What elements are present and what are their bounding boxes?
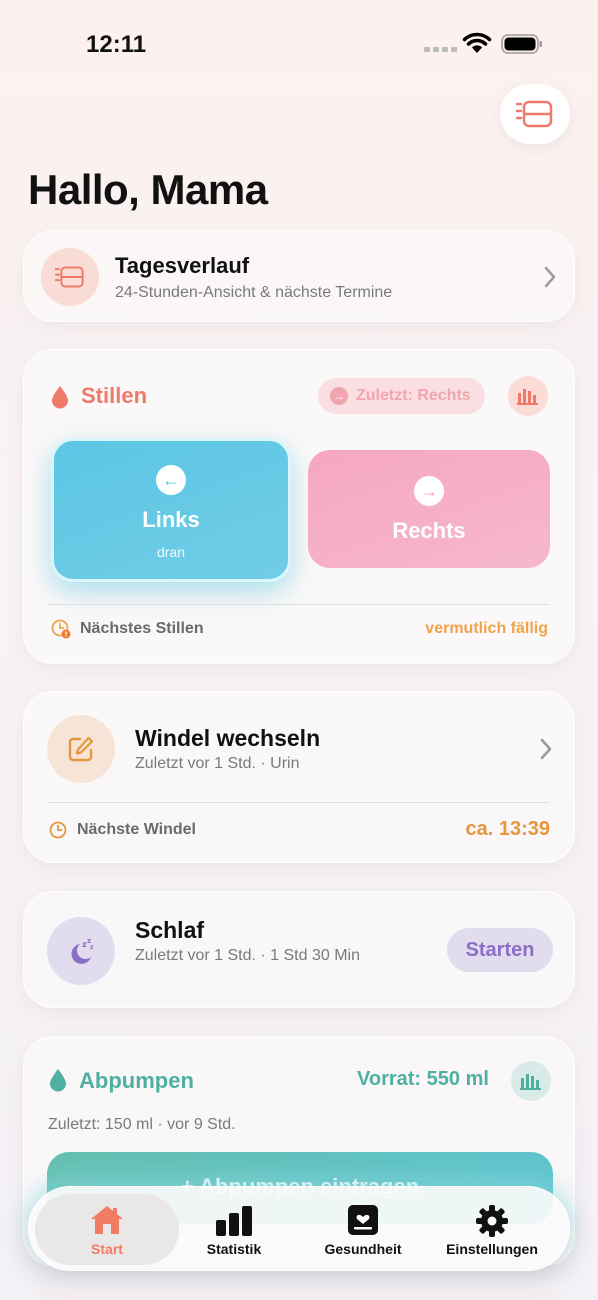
tab-einstellungen[interactable]: Einstellungen xyxy=(429,1194,555,1265)
right-side-label: Rechts xyxy=(392,518,466,543)
chevron-right-icon xyxy=(544,266,556,288)
schlaf-title: Schlaf xyxy=(135,917,205,943)
last-side-badge: → Zuletzt: Rechts xyxy=(318,378,485,414)
bar-chart-icon xyxy=(216,1206,252,1236)
timeline-button[interactable] xyxy=(500,84,570,144)
tab-label: Start xyxy=(91,1241,123,1257)
milk-stock-value: Vorrat: 550 ml xyxy=(357,1068,489,1090)
next-feeding-label: Nächstes Stillen xyxy=(80,620,204,637)
abpumpen-title: Abpumpen xyxy=(79,1068,194,1093)
left-side-button[interactable]: ← Links dran xyxy=(51,438,291,582)
clock-icon xyxy=(49,821,67,839)
schlaf-card: z z z Schlaf Zuletzt vor 1 Std. · 1 Std … xyxy=(23,891,575,1008)
chevron-right-icon xyxy=(540,738,552,760)
edit-note-icon xyxy=(68,736,94,762)
stillen-title: Stillen xyxy=(81,383,148,408)
sleep-start-button[interactable]: Starten xyxy=(447,928,553,972)
arrow-right-circle-icon: → xyxy=(330,387,348,405)
battery-icon xyxy=(501,34,542,54)
tab-label: Statistik xyxy=(206,1241,262,1257)
last-side-label: Zuletzt: Rechts xyxy=(356,387,471,404)
schlaf-icon-circle: z z z xyxy=(47,917,115,985)
svg-text:z: z xyxy=(90,944,94,951)
windel-icon-circle xyxy=(47,715,115,783)
schlaf-subtitle: Zuletzt vor 1 Std. · 1 Std 30 Min xyxy=(135,947,360,964)
tab-bar: Start Statistik Gesundheit Einstellungen xyxy=(28,1186,570,1271)
timeline-list-icon xyxy=(516,100,553,128)
tab-start[interactable]: Start xyxy=(35,1194,179,1265)
right-side-button[interactable]: → Rechts xyxy=(308,450,550,568)
next-diaper-time: ca. 13:39 xyxy=(465,818,550,840)
cellular-signal-icon xyxy=(424,47,457,52)
content-below-fold xyxy=(40,1290,558,1300)
bar-chart-icon xyxy=(517,389,538,405)
abpumpen-last: Zuletzt: 150 ml · vor 9 Std. xyxy=(48,1116,236,1133)
arrow-right-icon: → xyxy=(414,476,444,506)
windel-title: Windel wechseln xyxy=(135,725,321,751)
stillen-stats-button[interactable] xyxy=(508,376,548,416)
left-side-status: dran xyxy=(156,544,186,560)
moon-zzz-icon: z z z xyxy=(71,937,94,964)
stillen-card: Stillen → Zuletzt: Rechts ← Links dran →… xyxy=(23,349,575,664)
bar-chart-icon xyxy=(520,1074,541,1090)
page-title: Hallo, Mama xyxy=(28,166,268,213)
clock-alert-icon xyxy=(51,619,71,639)
next-diaper-label: Nächste Windel xyxy=(77,821,196,838)
status-time: 12:11 xyxy=(86,31,147,58)
status-bar: 12:11 xyxy=(0,0,598,90)
arrow-left-icon: ← xyxy=(156,465,186,495)
windel-card[interactable]: Windel wechseln Zuletzt vor 1 Std. · Uri… xyxy=(23,691,575,863)
tab-gesundheit[interactable]: Gesundheit xyxy=(299,1194,427,1265)
drop-icon xyxy=(52,386,68,409)
wifi-icon xyxy=(462,32,492,53)
abpumpen-stats-button[interactable] xyxy=(511,1061,551,1101)
tagesverlauf-card[interactable]: Tagesverlauf 24-Stunden-Ansicht & nächst… xyxy=(23,230,575,322)
tagesverlauf-subtitle: 24-Stunden-Ansicht & nächste Termine xyxy=(115,284,393,301)
health-record-icon xyxy=(348,1205,378,1235)
tagesverlauf-title: Tagesverlauf xyxy=(115,253,250,278)
home-icon xyxy=(91,1206,123,1234)
divider xyxy=(48,802,550,803)
tab-label: Gesundheit xyxy=(324,1241,402,1257)
windel-subtitle: Zuletzt vor 1 Std. · Urin xyxy=(135,755,300,772)
next-feeding-value: vermutlich fällig xyxy=(425,620,548,637)
tagesverlauf-icon-circle xyxy=(41,248,99,306)
timeline-list-icon xyxy=(55,266,84,288)
left-side-label: Links xyxy=(142,507,200,532)
tab-statistik[interactable]: Statistik xyxy=(171,1194,297,1265)
gear-icon xyxy=(476,1205,508,1237)
tab-label: Einstellungen xyxy=(446,1241,538,1257)
drop-icon xyxy=(50,1069,66,1092)
divider xyxy=(48,604,550,605)
